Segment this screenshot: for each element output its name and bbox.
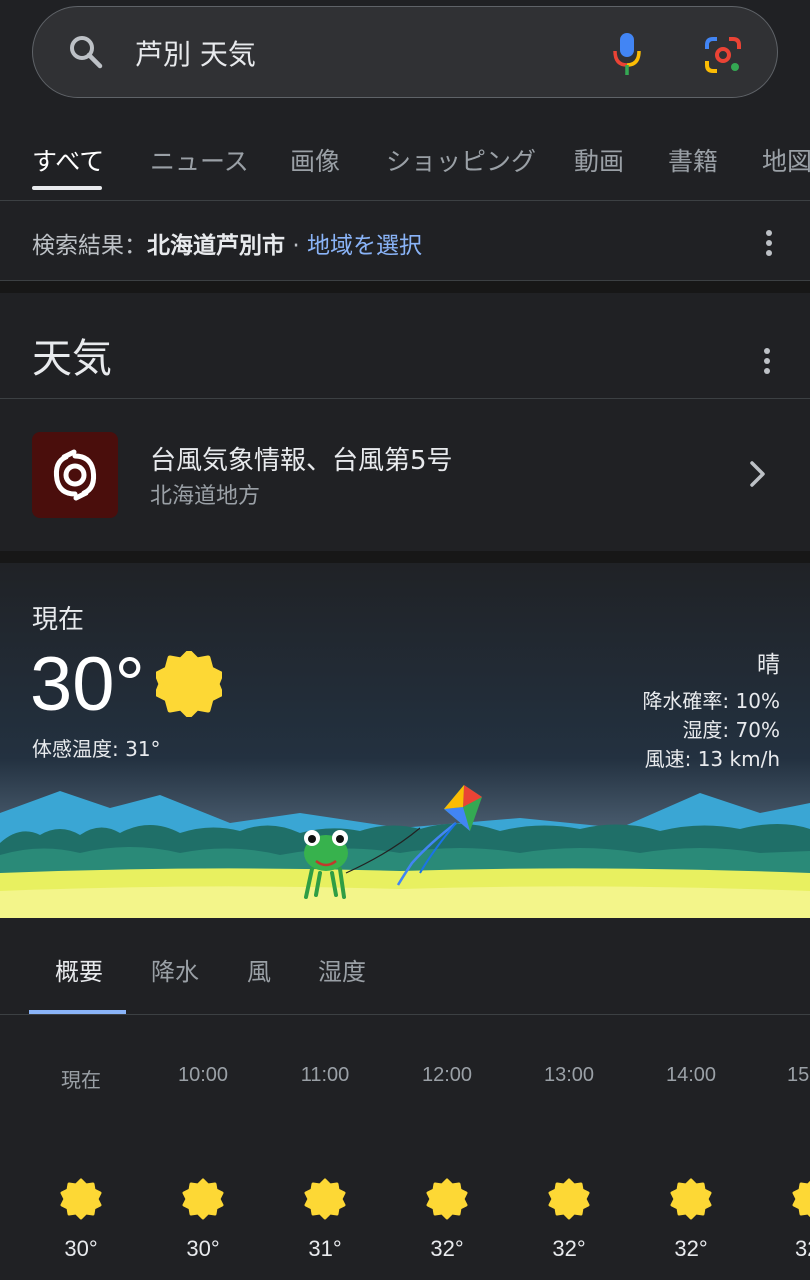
alert-subtitle: 北海道地方 [150,484,261,509]
search-icon[interactable] [67,33,105,71]
tab-books[interactable]: 書籍 [668,142,718,178]
hour-temp: 30° [186,1236,220,1261]
active-weather-tab-indicator [29,1010,126,1014]
select-region-link[interactable]: 地域を選択 [307,233,422,259]
sun-icon [670,1178,712,1220]
hour-temp: 32° [674,1236,708,1261]
sun-icon [182,1178,224,1220]
weather-tabs: 概要 降水 風 湿度 [0,918,810,1015]
tab-images[interactable]: 画像 [290,142,340,178]
sun-icon [426,1178,468,1220]
card-title: 天気 [32,336,112,382]
hour-time: 15:00 [787,1064,810,1086]
search-bar[interactable]: 芦別 天気 [32,6,778,98]
feels-like: 体感温度: 31° [32,737,161,761]
location-text: 検索結果：北海道芦別市 · 地域を選択 [32,226,422,260]
tab-videos[interactable]: 動画 [574,142,624,178]
hour-temp: 32° [430,1236,464,1261]
tab-maps[interactable]: 地図 [762,142,810,178]
tab-wind[interactable]: 風 [247,952,271,987]
humidity: 湿度: 70% [682,718,780,742]
active-tab-indicator [32,186,102,190]
weather-scene-illustration [0,785,810,918]
tab-news[interactable]: ニュース [150,142,249,178]
sun-icon [304,1178,346,1220]
hour-temp: 31° [308,1236,342,1261]
hour-time: 12:00 [421,1064,473,1086]
condition: 晴 [757,652,780,678]
location-place: 北海道芦別市 [147,233,285,259]
location-more-icon[interactable] [766,230,772,260]
precip-chance: 降水確率: 10% [642,689,780,713]
tab-precipitation[interactable]: 降水 [151,952,199,987]
location-prefix: 検索結果： [32,233,147,259]
current-temperature: 30° [30,642,145,727]
hour-temp: 32° [795,1236,810,1261]
section-divider [0,281,810,293]
hour-temp: 32° [552,1236,586,1261]
alert-title[interactable]: 台風気象情報、台風第5号 [150,440,453,477]
sun-icon [548,1178,590,1220]
location-row: 検索結果：北海道芦別市 · 地域を選択 [0,202,810,281]
search-tabs: すべて ニュース 画像 ショッピング 動画 書籍 地図 [0,118,810,201]
hour-time: 11:00 [300,1064,350,1086]
hour-time: 現在 [61,1070,101,1092]
sun-icon [156,651,222,717]
wind-speed: 風速: 13 km/h [644,747,780,771]
hour-temp: 30° [64,1236,98,1261]
tab-humidity[interactable]: 湿度 [318,952,366,987]
current-weather-panel: 現在 30° 体感温度: 31° 晴 降水確率: 10% 湿度: 70% 風速:… [0,563,810,918]
divider [0,398,810,399]
location-dot: · [292,233,300,259]
card-more-icon[interactable] [764,348,770,378]
tab-shopping[interactable]: ショッピング [386,142,536,178]
tab-all[interactable]: すべて [32,142,104,178]
hour-time: 13:00 [543,1064,595,1086]
search-input[interactable]: 芦別 天気 [135,33,256,73]
typhoon-icon [32,432,118,518]
lens-icon[interactable] [703,35,743,75]
section-divider [0,551,810,563]
mic-icon[interactable] [611,31,643,77]
hour-time: 14:00 [665,1064,717,1086]
tab-overview[interactable]: 概要 [55,952,103,987]
chevron-right-icon[interactable] [748,460,768,488]
sun-icon [60,1178,102,1220]
hour-time: 10:00 [177,1064,229,1086]
current-label: 現在 [32,605,85,635]
sun-icon [792,1180,810,1218]
